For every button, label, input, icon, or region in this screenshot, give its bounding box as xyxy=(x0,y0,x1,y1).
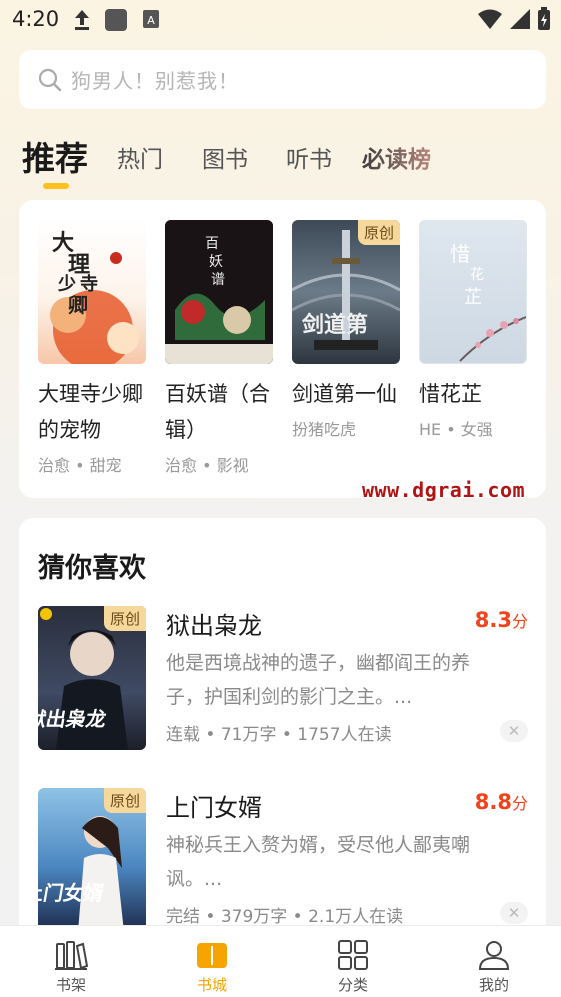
book-tags: 治愈 • 影视 xyxy=(165,456,249,475)
book-score: 8.3分 xyxy=(474,608,528,632)
search-placeholder: 狗男人！别惹我！ xyxy=(71,69,239,93)
book-title: 上门女婿 xyxy=(166,794,262,822)
book-cover: 惜 花 芷 xyxy=(419,220,527,364)
text-notification-icon: A xyxy=(143,10,159,28)
guess-you-like-card: 猜你喜欢 狱出枭龙 原创 狱出枭龙 8.3分 他是西境战神的遗子，幽都阎王的养子… xyxy=(19,518,546,938)
nav-label: 书城 xyxy=(196,976,227,994)
nav-category[interactable]: 分类 xyxy=(313,938,393,995)
search-bar[interactable]: 狗男人！别惹我！ xyxy=(19,50,546,109)
category-tabs: 推荐 热门 图书 听书 必读榜 xyxy=(22,130,542,190)
recommend-book[interactable]: 百 妖 谱 百妖谱（合辑） 治愈 • 影视 xyxy=(165,220,273,476)
book-tags: 治愈 • 甜宠 xyxy=(38,456,122,475)
original-badge: 原创 xyxy=(103,788,146,813)
book-title: 剑道第一仙 xyxy=(292,382,397,406)
book-cover: 剑道第 原创 xyxy=(292,220,400,364)
book-cover: 大 理 寺 少 卿 xyxy=(38,220,146,364)
original-badge: 原创 xyxy=(357,220,400,245)
tab-recommend[interactable]: 推荐 xyxy=(22,132,88,180)
nav-profile[interactable]: 我的 xyxy=(454,938,534,995)
tab-hot[interactable]: 热门 xyxy=(117,140,163,174)
book-description: 神秘兵王入赘为婿，受尽他人鄙夷嘲讽。... xyxy=(166,834,471,890)
tab-must-read-ranking[interactable]: 必读榜 xyxy=(362,140,431,174)
tab-books[interactable]: 图书 xyxy=(202,140,248,174)
upload-icon xyxy=(75,10,89,30)
svg-text:妖: 妖 xyxy=(209,254,223,270)
bookshelf-icon xyxy=(55,941,89,970)
original-badge: 原创 xyxy=(103,606,146,631)
book-title: 大理寺少卿的宠物 xyxy=(38,382,143,442)
search-icon xyxy=(38,68,62,91)
recommend-card: 大 理 寺 少 卿 大理寺少卿的宠物 治愈 • 甜宠 百 妖 谱 百妖谱（合辑）… xyxy=(19,200,546,498)
cellular-signal-icon xyxy=(510,9,530,29)
profile-icon xyxy=(478,941,510,970)
book-cover: 狱出枭龙 原创 xyxy=(38,606,146,750)
svg-text:A: A xyxy=(147,14,155,27)
app-notification-icon xyxy=(105,9,127,31)
book-tags: 扮猪吃虎 xyxy=(292,420,357,439)
battery-charging-icon xyxy=(538,7,550,30)
section-heading: 猜你喜欢 xyxy=(38,553,146,584)
list-item[interactable]: 上门女婿 原创 上门女婿 8.8分 神秘兵王入赘为婿，受尽他人鄙夷嘲讽。... … xyxy=(38,788,528,938)
list-item[interactable]: 狱出枭龙 原创 狱出枭龙 8.3分 他是西境战神的遗子，幽都阎王的养子，护国利剑… xyxy=(38,606,528,756)
dismiss-icon[interactable]: ✕ xyxy=(500,720,528,742)
svg-text:寺: 寺 xyxy=(80,274,98,295)
book-meta: 连载 • 71万字 • 1757人在读 xyxy=(166,725,392,745)
book-title: 百妖谱（合辑） xyxy=(165,382,270,442)
svg-text:少: 少 xyxy=(57,274,76,295)
book-title: 狱出枭龙 xyxy=(166,612,262,640)
nav-label: 分类 xyxy=(337,976,368,994)
book-tags: HE • 女强 xyxy=(419,420,493,439)
book-title: 惜花芷 xyxy=(419,382,482,406)
watermark: www.dgrai.com xyxy=(362,478,526,502)
svg-text:谱: 谱 xyxy=(211,272,225,288)
recommend-book[interactable]: 大 理 寺 少 卿 大理寺少卿的宠物 治愈 • 甜宠 xyxy=(38,220,146,476)
bottom-navigation: 书架 书城 分类 我的 xyxy=(0,925,561,997)
recommend-book[interactable]: 剑道第 原创 剑道第一仙 扮猪吃虎 xyxy=(292,220,400,440)
recommend-book[interactable]: 惜 花 芷 惜花芷 HE • 女强 xyxy=(419,220,527,440)
svg-text:狱出枭龙: 狱出枭龙 xyxy=(38,707,108,731)
wifi-icon xyxy=(478,9,502,29)
nav-bookshelf[interactable]: 书架 xyxy=(31,938,111,995)
nav-bookstore[interactable]: 书城 xyxy=(172,938,252,995)
svg-text:百: 百 xyxy=(205,236,219,252)
bookstore-icon xyxy=(197,943,227,968)
book-score: 8.8分 xyxy=(474,790,528,814)
book-cover: 百 妖 谱 xyxy=(165,220,273,364)
book-cover: 上门女婿 原创 xyxy=(38,788,146,932)
active-tab-indicator xyxy=(43,183,69,189)
svg-text:上门女婿: 上门女婿 xyxy=(38,881,106,905)
book-meta: 完结 • 379万字 • 2.1万人在读 xyxy=(166,907,404,927)
nav-label: 我的 xyxy=(478,976,509,994)
svg-text:卿: 卿 xyxy=(68,293,88,317)
dismiss-icon[interactable]: ✕ xyxy=(500,902,528,924)
svg-text:花: 花 xyxy=(470,267,484,283)
svg-text:芷: 芷 xyxy=(464,287,482,308)
tab-audiobooks[interactable]: 听书 xyxy=(286,140,332,174)
svg-text:剑道第: 剑道第 xyxy=(301,312,368,338)
status-time: 4:20 xyxy=(12,7,60,31)
book-description: 他是西境战神的遗子，幽都阎王的养子，护国利剑的影门之主。... xyxy=(166,652,471,708)
nav-label: 书架 xyxy=(55,976,86,994)
status-bar: 4:20 A xyxy=(0,0,561,40)
category-grid-icon xyxy=(338,940,368,970)
svg-text:惜: 惜 xyxy=(450,242,470,266)
